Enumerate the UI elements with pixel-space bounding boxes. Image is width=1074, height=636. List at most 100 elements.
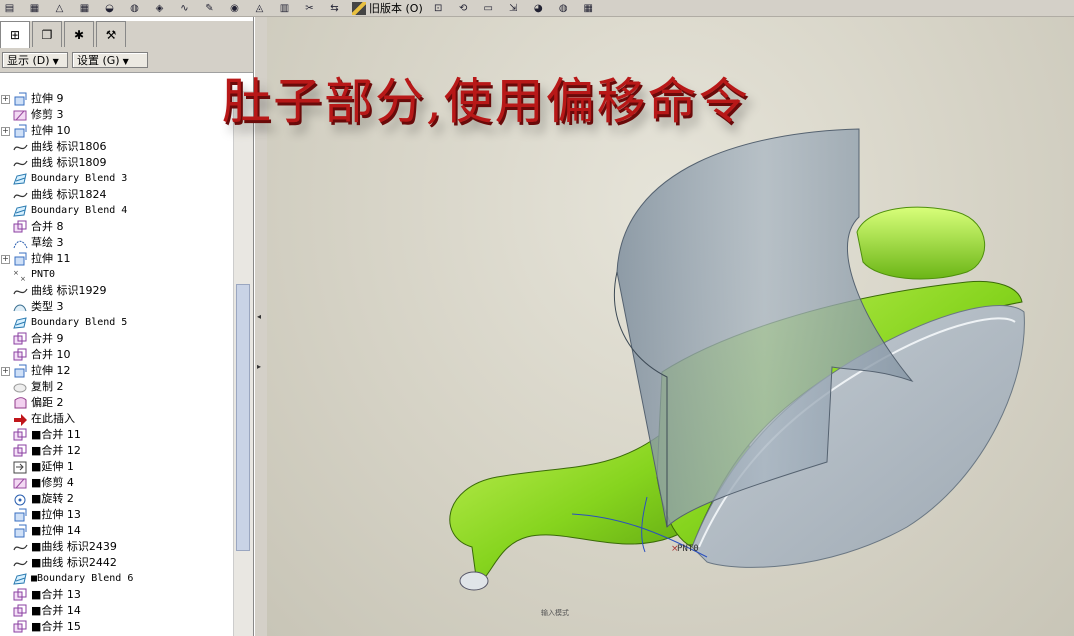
collapse-left-icon[interactable]: ◂ — [257, 313, 264, 321]
toolbar-icon-6: ◍ — [130, 2, 139, 14]
tree-item[interactable]: ■Boundary Blend 6 — [0, 571, 233, 587]
curve-icon — [13, 144, 28, 151]
tree-item[interactable]: + 拉伸 9 — [0, 91, 233, 107]
toolbar-button-8[interactable]: ∿ — [175, 1, 194, 16]
curve-icon — [13, 544, 28, 551]
extrude-icon — [14, 364, 27, 378]
tree-item[interactable]: ■旋转 2 — [0, 491, 233, 507]
expand-toggle-icon[interactable]: + — [1, 367, 10, 376]
tree-item[interactable]: ■合并 12 — [0, 443, 233, 459]
toolbar-icon-11: ◬ — [255, 2, 264, 14]
old-version-label: 旧版本 (O) — [369, 2, 423, 15]
tree-item[interactable]: + 拉伸 12 — [0, 363, 233, 379]
toolbar-button-1[interactable]: ▤ — [0, 1, 19, 16]
tree-item[interactable]: ■合并 13 — [0, 587, 233, 603]
tree-item[interactable]: + 拉伸 10 — [0, 123, 233, 139]
tree-item[interactable]: × × PNT0 — [0, 267, 233, 283]
toolbar-icon-7: ◈ — [155, 2, 164, 14]
tree-item-label: 草绘 3 — [31, 236, 64, 249]
grid-icon[interactable]: ▦ — [579, 1, 598, 16]
tree-item[interactable]: ■曲线 标识2439 — [0, 539, 233, 555]
tree-item[interactable]: 曲线 标识1929 — [0, 283, 233, 299]
tree-item[interactable]: ■延伸 1 — [0, 459, 233, 475]
toolbar-button-6[interactable]: ◍ — [125, 1, 144, 16]
copy-icon — [13, 383, 27, 393]
tree-item-label: PNT0 — [31, 269, 56, 280]
rect-icon[interactable]: ▭ — [479, 1, 498, 16]
toolbar-button-13[interactable]: ✂ — [300, 1, 319, 16]
toolbar-icon-12: ▥ — [279, 2, 290, 14]
tree-item-label: ■合并 13 — [31, 588, 81, 601]
favorites-tab[interactable]: ✱ — [64, 21, 94, 47]
expand-toggle-icon[interactable]: + — [1, 127, 10, 136]
loop-icon[interactable]: ⟲ — [454, 1, 473, 16]
old-version-button[interactable]: 旧版本 (O) — [352, 0, 423, 16]
toolbar-button-4[interactable]: ▦ — [75, 1, 94, 16]
tree-item[interactable]: 曲线 标识1809 — [0, 155, 233, 171]
sketch-icon — [13, 240, 28, 249]
tree-item-label: Boundary Blend 4 — [31, 205, 128, 216]
tree-item[interactable]: ■拉伸 14 — [0, 523, 233, 539]
tree-item[interactable]: 修剪 3 — [0, 107, 233, 123]
extrude-icon — [14, 508, 27, 522]
tree-item[interactable]: ■拉伸 13 — [0, 507, 233, 523]
toolbar-icon-5: ◒ — [105, 2, 114, 14]
tree-item[interactable]: Boundary Blend 5 — [0, 315, 233, 331]
toolbar-button-2[interactable]: ▦ — [25, 1, 44, 16]
tree-item[interactable]: 草绘 3 — [0, 235, 233, 251]
tree-item[interactable]: 曲线 标识1824 — [0, 187, 233, 203]
tree-item[interactable]: ■曲线 标识2442 — [0, 555, 233, 571]
toolbar-button-7[interactable]: ◈ — [150, 1, 169, 16]
toolbar-icon-9: ✎ — [205, 2, 214, 14]
toolbar-button-5[interactable]: ◒ — [100, 1, 119, 16]
merge-icon — [13, 620, 27, 633]
model-tree-tab[interactable]: ⊞ — [0, 21, 30, 48]
scrollbar-thumb[interactable] — [236, 284, 250, 551]
insert-here-icon — [14, 414, 27, 426]
toolbar-button-9[interactable]: ✎ — [200, 1, 219, 16]
toolbar-button-3[interactable]: △ — [50, 1, 69, 16]
tree-item-label: 偏距 2 — [31, 396, 64, 409]
measure-icon[interactable]: ⇲ — [504, 1, 523, 16]
expand-right-icon[interactable]: ▸ — [257, 363, 264, 371]
toolbar-icon-14: ⇆ — [330, 2, 339, 14]
expand-toggle-icon[interactable]: + — [1, 255, 10, 264]
tree-item[interactable]: + 拉伸 11 — [0, 251, 233, 267]
tree-item[interactable]: Boundary Blend 3 — [0, 171, 233, 187]
toolbar-button-12[interactable]: ▥ — [275, 1, 294, 16]
tree-item[interactable]: ■合并 15 — [0, 619, 233, 635]
chevron-down-icon: ▼ — [122, 57, 129, 66]
merge-icon — [13, 604, 27, 617]
tree-scrollbar[interactable] — [233, 91, 253, 636]
tree-item[interactable]: 合并 9 — [0, 331, 233, 347]
tree-item[interactable]: 类型 3 — [0, 299, 233, 315]
tree-item-label: 拉伸 9 — [31, 92, 64, 105]
tree-item[interactable]: 复制 2 — [0, 379, 233, 395]
tree-item[interactable]: Boundary Blend 4 — [0, 203, 233, 219]
tree-item[interactable]: ■合并 11 — [0, 427, 233, 443]
globe-icon[interactable]: ◍ — [554, 1, 573, 16]
select-icon[interactable]: ⊡ — [429, 1, 448, 16]
settings-dropdown[interactable]: 设置 (G) ▼ — [72, 52, 148, 68]
tutorial-caption: 肚子部分,使用偏移命令 — [222, 73, 750, 130]
tree-item[interactable]: ■修剪 4 — [0, 475, 233, 491]
tree-item[interactable]: ■合并 14 — [0, 603, 233, 619]
toolbar-button-14[interactable]: ⇆ — [325, 1, 344, 16]
boundary-blend-icon — [13, 317, 27, 329]
layers-tab[interactable]: ❐ — [32, 21, 62, 47]
tree-item-label: 修剪 3 — [31, 108, 64, 121]
expand-toggle-icon[interactable]: + — [1, 95, 10, 104]
toolbar-button-10[interactable]: ◉ — [225, 1, 244, 16]
tree-item[interactable]: 偏距 2 — [0, 395, 233, 411]
tree-item-label: 曲线 标识1809 — [31, 156, 107, 169]
tree-item[interactable]: 合并 8 — [0, 219, 233, 235]
svg-text:×: × — [20, 275, 26, 282]
color-icon[interactable]: ◕ — [529, 1, 548, 16]
settings-tab[interactable]: ⚒ — [96, 21, 126, 47]
tree-item-label: 类型 3 — [31, 300, 64, 313]
toolbar-button-11[interactable]: ◬ — [250, 1, 269, 16]
tree-item[interactable]: 在此插入 — [0, 411, 233, 427]
display-dropdown[interactable]: 显示 (D) ▼ — [2, 52, 68, 68]
tree-item[interactable]: 合并 10 — [0, 347, 233, 363]
tree-item[interactable]: 曲线 标识1806 — [0, 139, 233, 155]
